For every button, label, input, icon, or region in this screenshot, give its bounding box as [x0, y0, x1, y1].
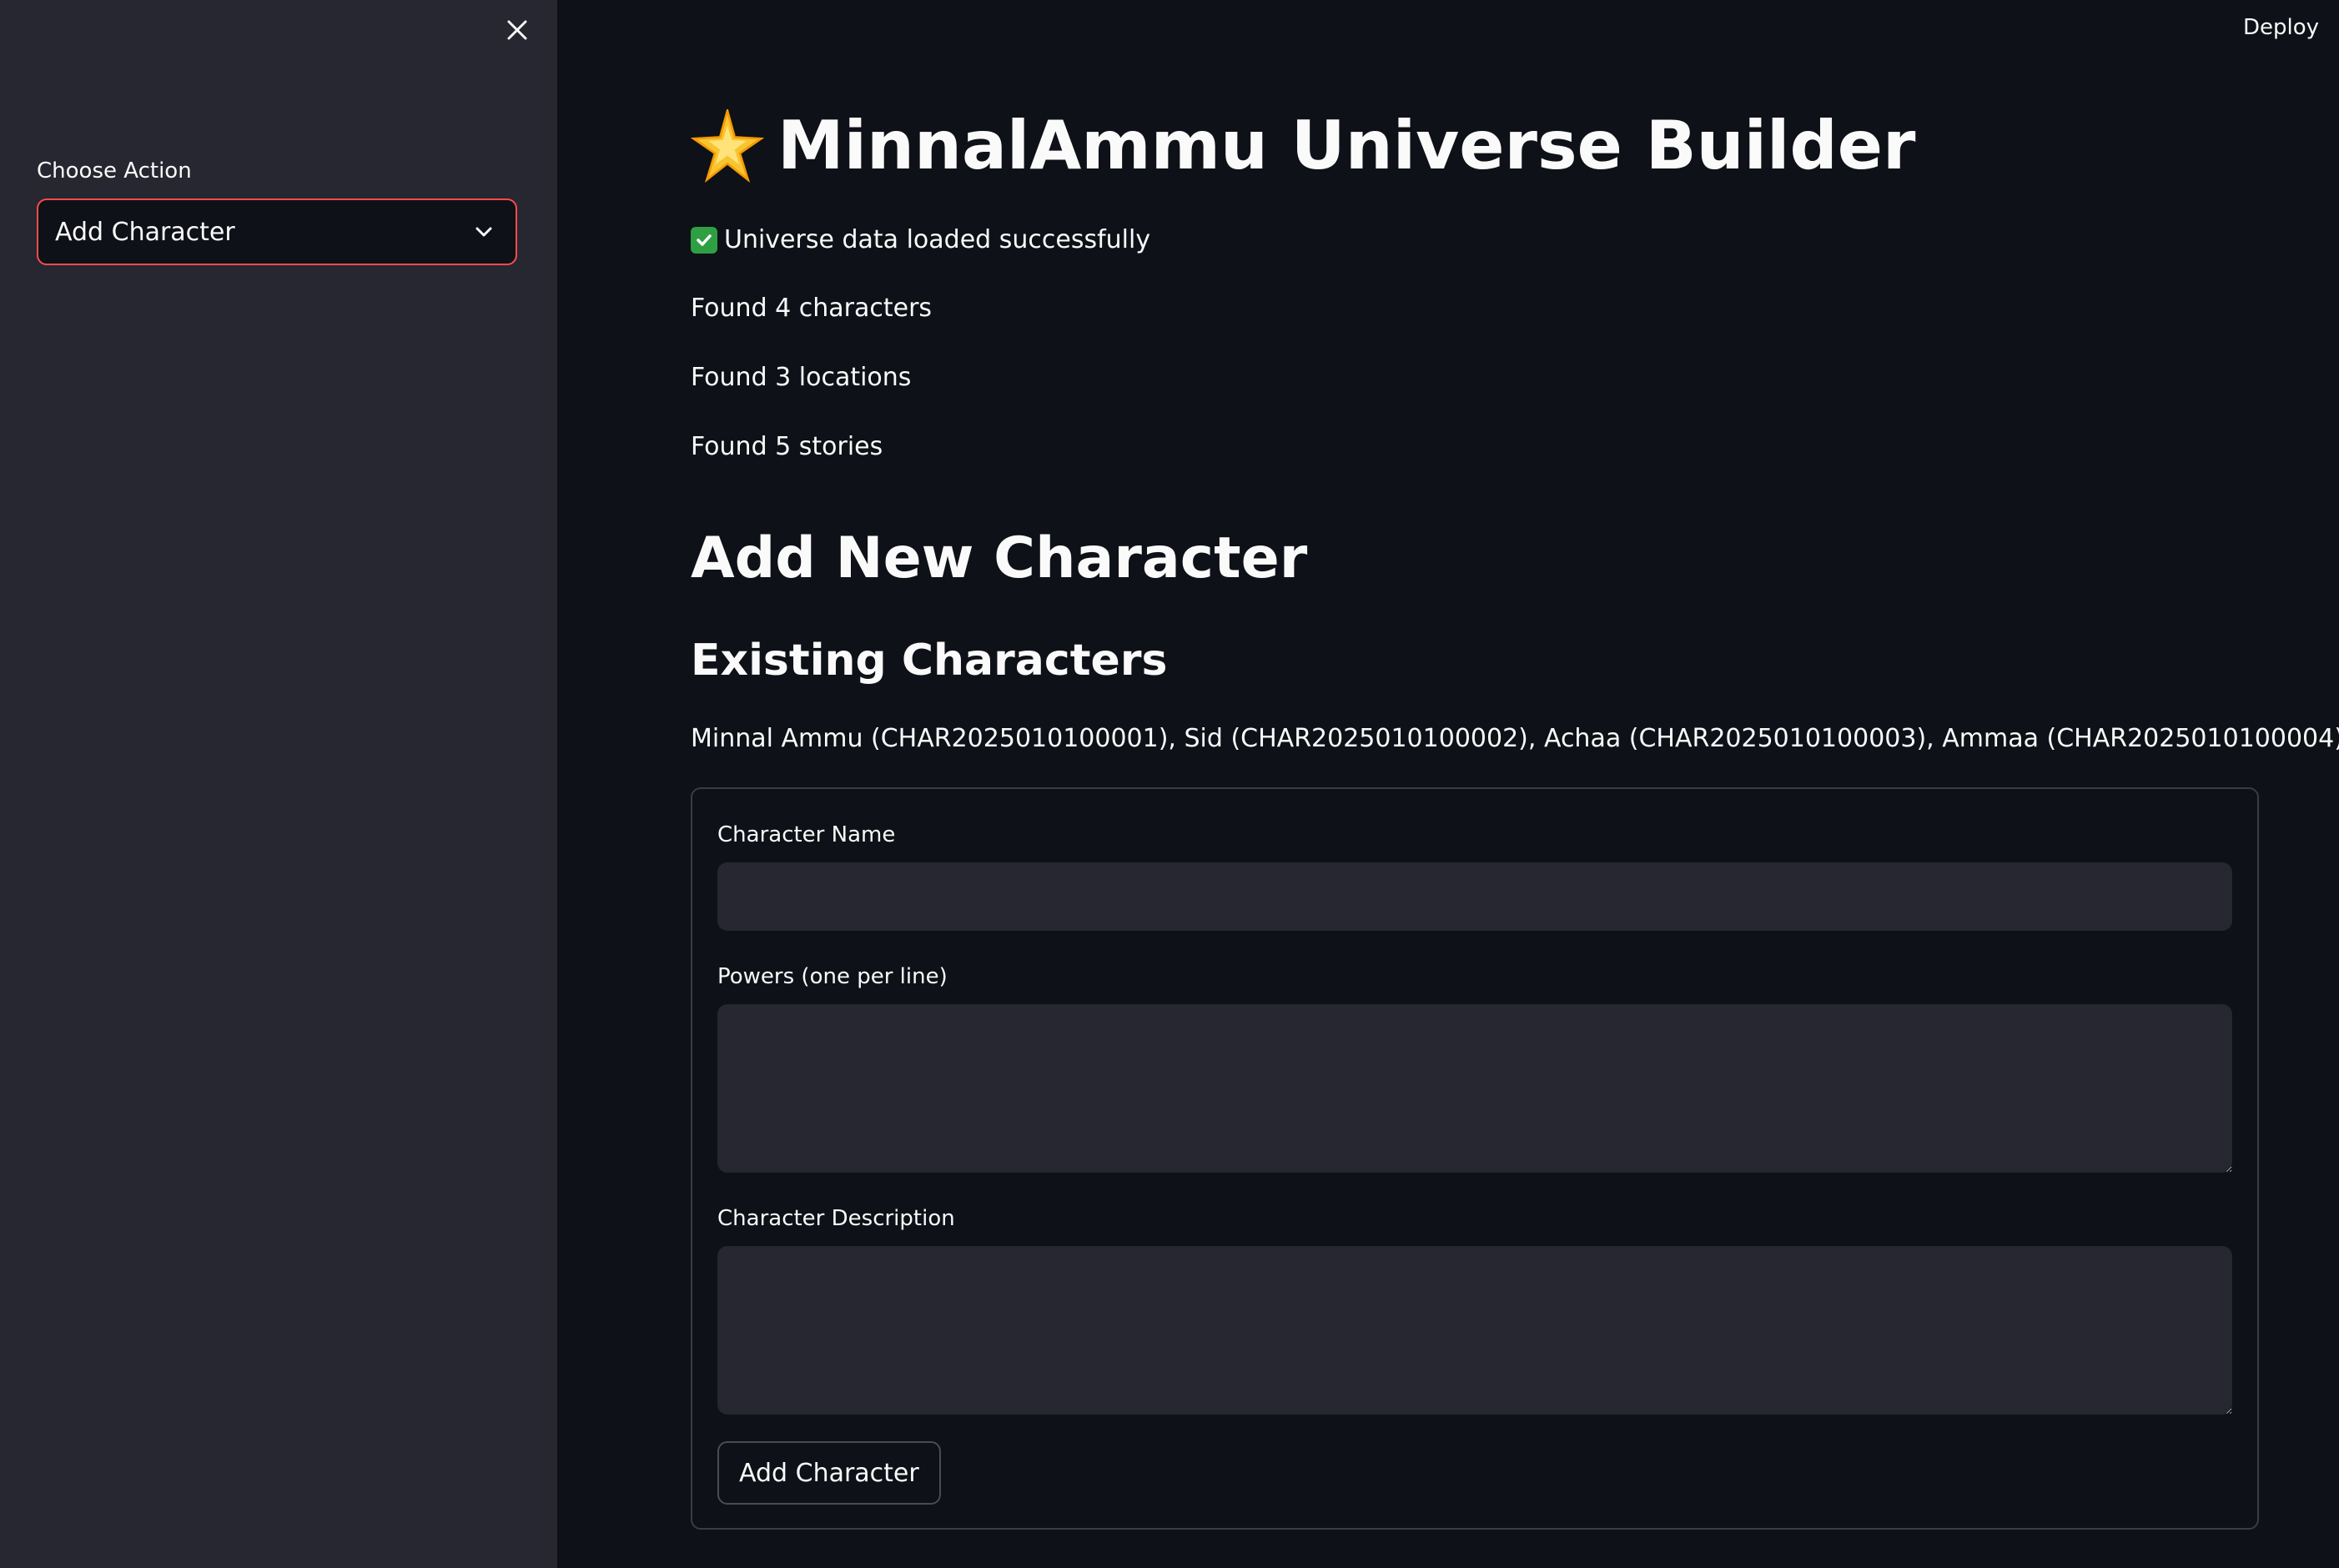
status-message: Universe data loaded successfully	[691, 225, 1150, 254]
sidebar: Choose Action Add Character	[0, 0, 557, 1568]
title-row: MinnalAmmu Universe Builder	[691, 107, 1915, 184]
character-description-label: Character Description	[717, 1206, 955, 1231]
action-select-label: Choose Action	[37, 158, 192, 183]
app-root: Choose Action Add Character Deploy Minna…	[0, 0, 2339, 1568]
action-select-value: Add Character	[55, 217, 235, 247]
powers-textarea[interactable]	[717, 1004, 2232, 1173]
existing-characters-list: Minnal Ammu (CHAR2025010100001), Sid (CH…	[691, 724, 2339, 753]
character-description-textarea[interactable]	[717, 1246, 2232, 1415]
add-character-form: Character Name Powers (one per line) Cha…	[691, 787, 2259, 1530]
character-name-input[interactable]	[717, 862, 2232, 931]
close-sidebar-button[interactable]	[500, 13, 534, 47]
powers-label: Powers (one per line)	[717, 964, 948, 989]
stat-locations: Found 3 locations	[691, 363, 912, 392]
action-select[interactable]: Add Character	[37, 199, 517, 265]
page-title: MinnalAmmu Universe Builder	[777, 107, 1916, 184]
character-name-label: Character Name	[717, 822, 896, 847]
glowing-star-icon	[691, 108, 764, 183]
close-icon	[507, 20, 527, 40]
check-mark-icon	[691, 226, 717, 254]
existing-characters-title: Existing Characters	[691, 636, 1168, 686]
stat-characters: Found 4 characters	[691, 294, 933, 323]
deploy-button[interactable]: Deploy	[2243, 15, 2319, 40]
section-title: Add New Character	[691, 525, 1308, 591]
add-character-button[interactable]: Add Character	[717, 1441, 941, 1505]
stat-stories: Found 5 stories	[691, 432, 883, 461]
status-text: Universe data loaded successfully	[724, 225, 1151, 254]
chevron-down-icon	[475, 227, 492, 237]
